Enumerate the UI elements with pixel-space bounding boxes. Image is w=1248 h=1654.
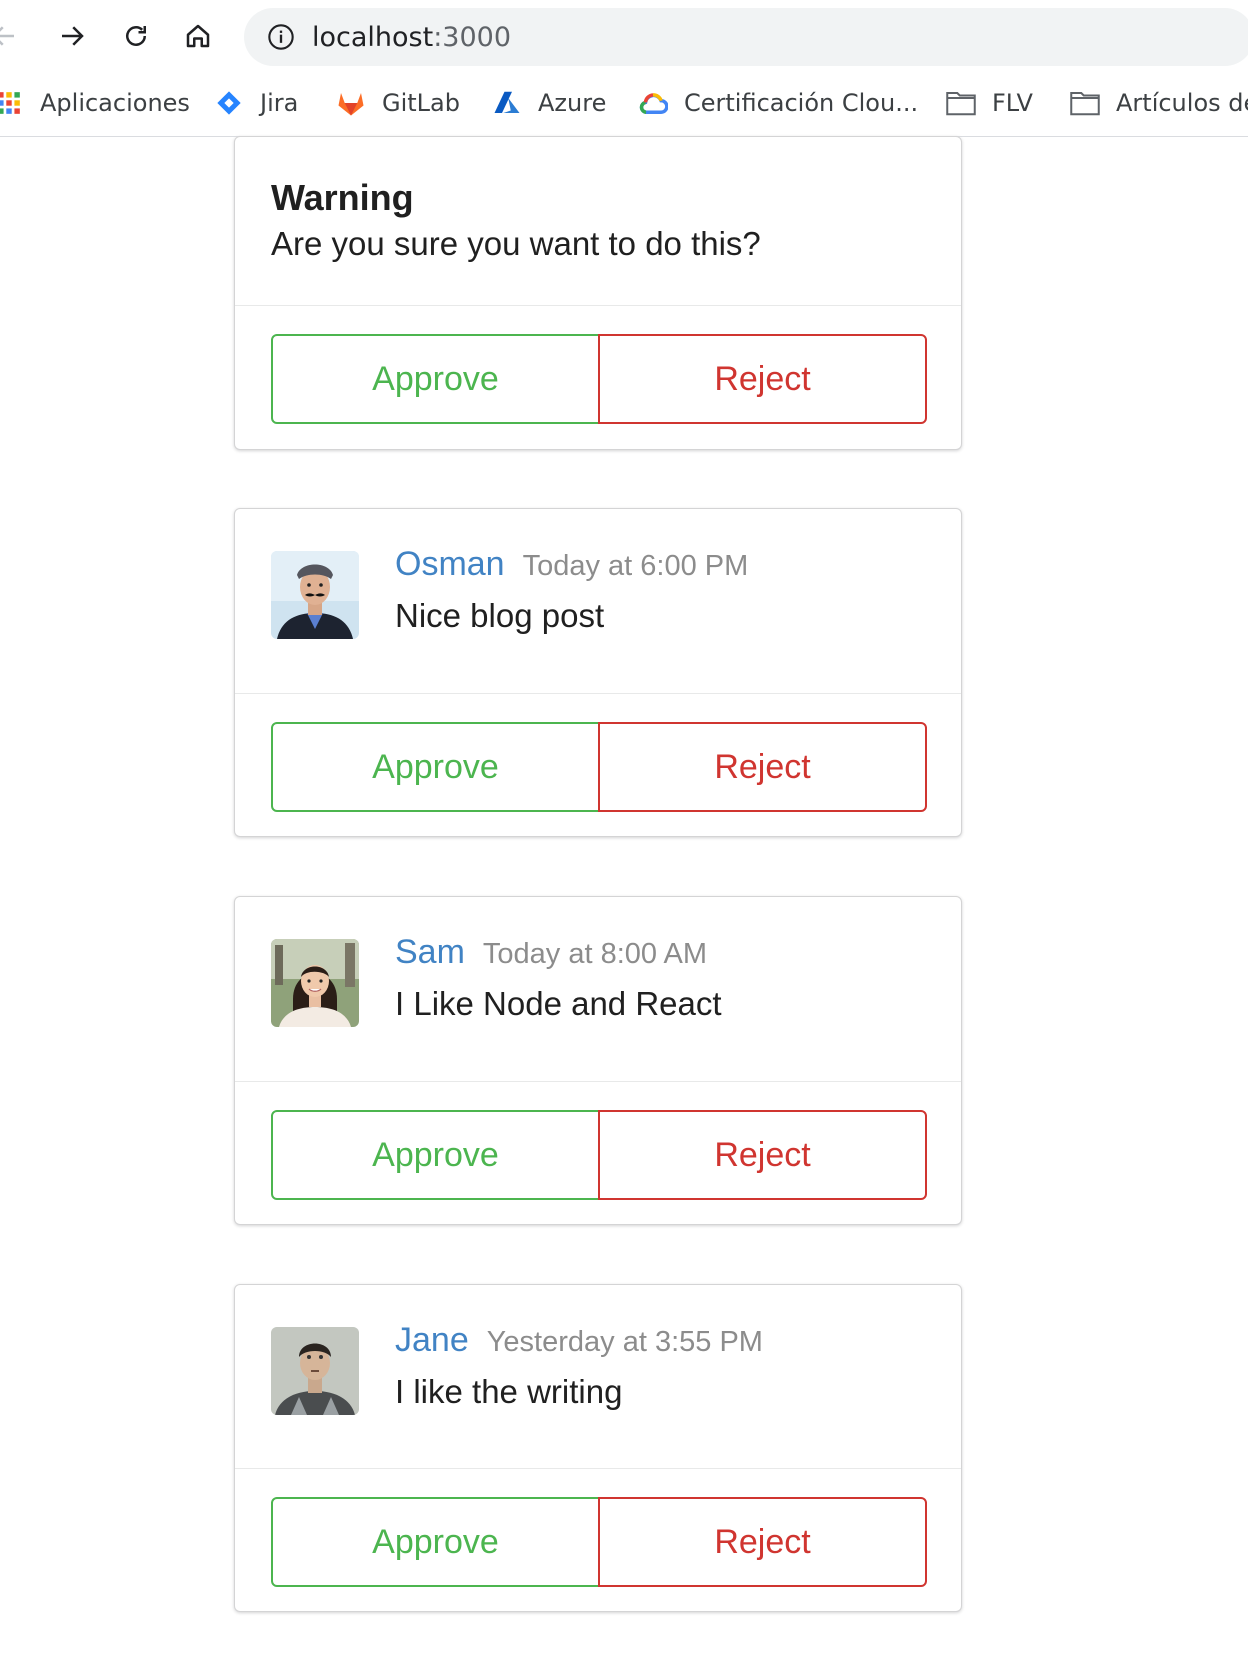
avatar[interactable]	[271, 1327, 359, 1415]
avatar[interactable]	[271, 551, 359, 639]
reject-button[interactable]: Reject	[598, 1110, 927, 1200]
button-group: Approve Reject	[271, 334, 927, 424]
comment-card: Jane Yesterday at 3:55 PM I like the wri…	[234, 1284, 962, 1612]
jira-icon	[214, 88, 244, 118]
warning-title: Warning	[271, 177, 414, 218]
comment-text: Nice blog post	[395, 597, 605, 634]
approve-button[interactable]: Approve	[271, 1110, 600, 1200]
comment-date: Today at 8:00 AM	[482, 938, 708, 970]
info-icon[interactable]	[266, 22, 296, 52]
bookmark-articulos[interactable]: Artículos de	[1070, 80, 1248, 126]
bookmark-gitlab[interactable]: GitLab	[336, 80, 460, 126]
button-group: Approve Reject	[271, 1110, 927, 1200]
bookmark-label: Aplicaciones	[40, 89, 190, 117]
bookmark-flv[interactable]: FLV	[946, 80, 1033, 126]
comment-date: Yesterday at 3:55 PM	[486, 1326, 763, 1358]
button-group: Approve Reject	[271, 722, 927, 812]
bookmark-azure[interactable]: Azure	[492, 80, 606, 126]
warning-actions: Approve Reject	[235, 306, 961, 449]
bookmark-label: Azure	[538, 89, 607, 117]
bookmark-certificacion[interactable]: Certificación Clou...	[638, 80, 918, 126]
approve-button[interactable]: Approve	[271, 1497, 600, 1587]
bookmark-label: Artículos de	[1116, 89, 1248, 117]
folder-icon	[946, 88, 976, 118]
comment-actions: Approve Reject	[235, 1469, 961, 1611]
bookmark-label: FLV	[992, 89, 1033, 117]
comment-text: I like the writing	[395, 1373, 623, 1410]
reject-button[interactable]: Reject	[598, 1497, 927, 1587]
apps-grid-icon	[0, 88, 24, 118]
comment-card: Osman Today at 6:00 PM Nice blog post Ap…	[234, 508, 962, 837]
forward-arrow-icon[interactable]	[50, 14, 94, 58]
avatar[interactable]	[271, 939, 359, 1027]
author-name[interactable]: Sam	[395, 933, 465, 972]
browser-toolbar: localhost:3000	[0, 0, 1248, 76]
gitlab-icon	[336, 88, 366, 118]
warning-content: Warning Are you sure you want to do this…	[235, 137, 961, 306]
home-icon[interactable]	[176, 14, 220, 58]
comment-content: Jane Yesterday at 3:55 PM I like the wri…	[235, 1285, 961, 1469]
comment-header: Osman Today at 6:00 PM	[395, 545, 748, 584]
reload-icon[interactable]	[114, 14, 158, 58]
bookmark-label: Certificación Clou...	[684, 89, 919, 117]
comment-content: Sam Today at 8:00 AM I Like Node and Rea…	[235, 897, 961, 1082]
url-port: :3000	[433, 21, 512, 53]
comment-actions: Approve Reject	[235, 694, 961, 836]
reject-button[interactable]: Reject	[598, 334, 927, 424]
warning-text: Are you sure you want to do this?	[271, 225, 761, 262]
comment-text: I Like Node and React	[395, 985, 722, 1022]
reject-button[interactable]: Reject	[598, 722, 927, 812]
bookmarks-bar: Aplicaciones Jira GitLab Azure Certifica…	[0, 80, 1248, 126]
bookmark-label: GitLab	[382, 89, 460, 117]
url-host: localhost	[312, 21, 434, 53]
approve-button[interactable]: Approve	[271, 334, 600, 424]
author-name[interactable]: Osman	[395, 545, 505, 584]
comment-actions: Approve Reject	[235, 1082, 961, 1224]
comment-header: Sam Today at 8:00 AM	[395, 933, 707, 972]
warning-card: Warning Are you sure you want to do this…	[234, 136, 962, 450]
browser-chrome: localhost:3000 Aplicaciones Jira GitLab …	[0, 0, 1248, 137]
comment-date: Today at 6:00 PM	[522, 550, 749, 582]
folder-icon	[1070, 88, 1100, 118]
url-text: localhost:3000	[312, 22, 511, 53]
bookmark-label: Jira	[260, 89, 299, 117]
author-name[interactable]: Jane	[395, 1321, 469, 1360]
azure-icon	[492, 88, 522, 118]
bookmark-jira[interactable]: Jira	[214, 80, 298, 126]
button-group: Approve Reject	[271, 1497, 927, 1587]
google-cloud-icon	[638, 88, 668, 118]
bookmark-aplicaciones[interactable]: Aplicaciones	[0, 80, 190, 126]
back-arrow-icon[interactable]	[0, 14, 26, 58]
approve-button[interactable]: Approve	[271, 722, 600, 812]
comment-header: Jane Yesterday at 3:55 PM	[395, 1321, 763, 1360]
address-bar[interactable]: localhost:3000	[244, 8, 1248, 66]
comment-card: Sam Today at 8:00 AM I Like Node and Rea…	[234, 896, 962, 1225]
comment-content: Osman Today at 6:00 PM Nice blog post	[235, 509, 961, 694]
